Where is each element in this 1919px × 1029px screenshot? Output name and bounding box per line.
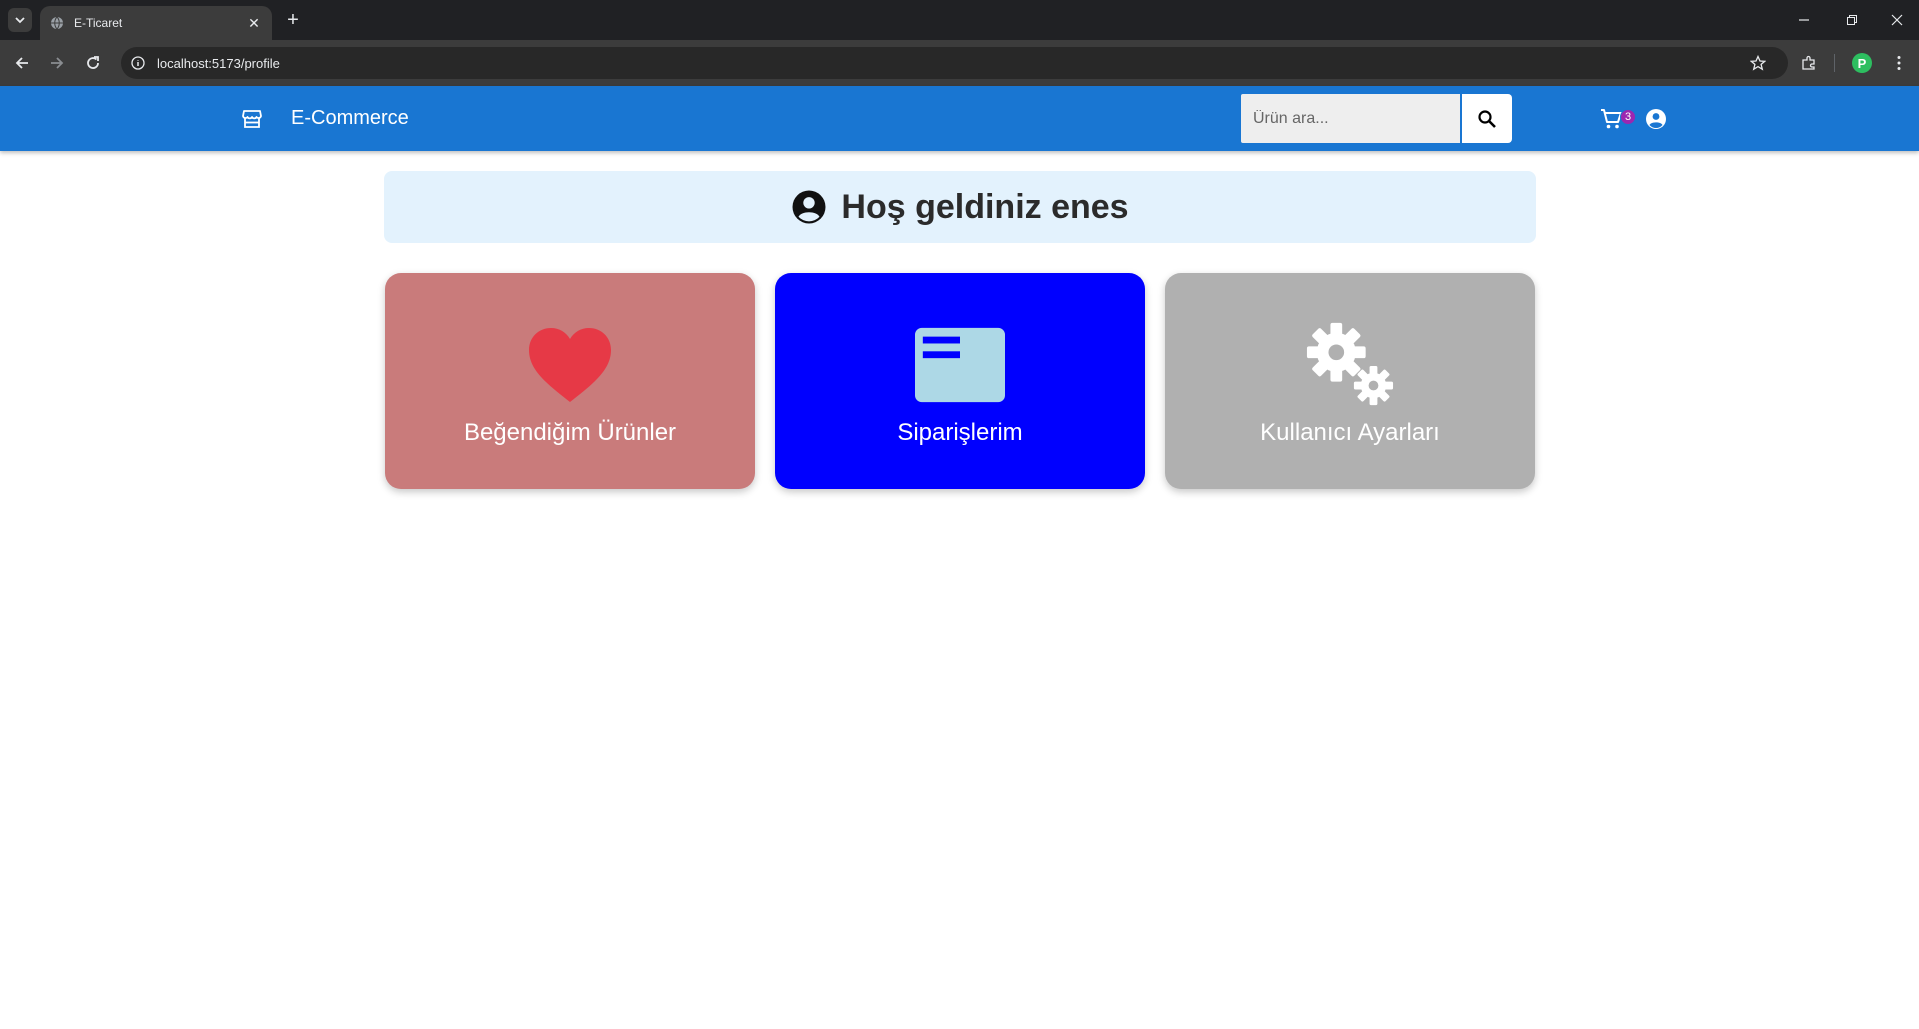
kebab-menu-icon — [1897, 56, 1901, 70]
profile-avatar: P — [1852, 53, 1872, 73]
browser-toolbar: localhost:5173/profile P — [0, 40, 1919, 86]
tab-close-icon[interactable]: ✕ — [246, 15, 262, 32]
plus-icon: + — [287, 8, 299, 31]
cart-button[interactable]: 3 — [1600, 105, 1638, 133]
arrow-left-icon — [15, 57, 28, 69]
orders-card-icon — [915, 327, 1005, 403]
heart-icon-wrap — [525, 323, 615, 407]
card-label: Kullanıcı Ayarları — [1260, 419, 1440, 446]
toolbar-separator — [1834, 54, 1835, 72]
bookmark-button[interactable] — [1746, 51, 1770, 75]
search-input[interactable] — [1241, 94, 1460, 143]
favorites-card[interactable]: Beğendiğim Ürünler — [385, 273, 755, 489]
welcome-banner: Hoş geldiniz enes — [384, 171, 1536, 243]
search-icon — [1478, 109, 1496, 128]
welcome-title: Hoş geldiniz enes — [841, 187, 1129, 226]
restore-button[interactable] — [1836, 8, 1868, 32]
tab-title: E-Ticaret — [74, 16, 123, 30]
minimize-button[interactable] — [1788, 8, 1820, 32]
brand-link[interactable]: E-Commerce — [291, 107, 409, 130]
star-icon — [1750, 55, 1766, 71]
gears-icon-wrap — [1305, 322, 1395, 407]
back-button[interactable] — [10, 51, 34, 75]
new-tab-button[interactable]: + — [282, 9, 304, 31]
globe-icon — [51, 16, 63, 30]
close-icon — [1891, 14, 1903, 26]
arrow-right-icon — [51, 57, 64, 69]
chevron-down-icon — [15, 17, 25, 24]
address-bar[interactable]: localhost:5173/profile — [121, 47, 1788, 79]
app-navbar: E-Commerce 3 — [0, 86, 1919, 151]
url-text: localhost:5173/profile — [157, 55, 280, 71]
browser-tab[interactable]: E-Ticaret ✕ — [40, 6, 272, 40]
reload-button[interactable] — [81, 51, 105, 75]
account-circle-icon — [1646, 109, 1666, 129]
orders-icon-wrap — [915, 323, 1005, 407]
gears-icon — [1306, 322, 1394, 406]
cart-count-badge: 3 — [1620, 109, 1636, 125]
store-icon[interactable] — [240, 107, 264, 131]
account-circle-icon — [792, 190, 826, 224]
browser-tabstrip: E-Ticaret ✕ + — [0, 0, 1919, 40]
reload-icon — [87, 56, 99, 69]
close-window-button[interactable] — [1881, 8, 1913, 32]
minimize-icon — [1799, 19, 1809, 21]
settings-card[interactable]: Kullanıcı Ayarları — [1165, 273, 1535, 489]
browser-menu-button[interactable] — [1887, 51, 1911, 75]
forward-button[interactable] — [45, 51, 69, 75]
extensions-button[interactable] — [1797, 51, 1821, 75]
heart-icon — [529, 328, 611, 402]
profile-button[interactable]: P — [1850, 51, 1874, 75]
restore-icon — [1847, 15, 1857, 25]
tab-search-button[interactable] — [8, 8, 32, 32]
card-label: Beğendiğim Ürünler — [463, 419, 677, 446]
search-button[interactable] — [1462, 94, 1512, 143]
puzzle-icon — [1802, 55, 1815, 70]
orders-card[interactable]: Siparişlerim — [775, 273, 1145, 489]
site-info-icon — [131, 56, 145, 70]
account-button[interactable] — [1644, 107, 1668, 131]
card-label: Siparişlerim — [897, 419, 1023, 446]
